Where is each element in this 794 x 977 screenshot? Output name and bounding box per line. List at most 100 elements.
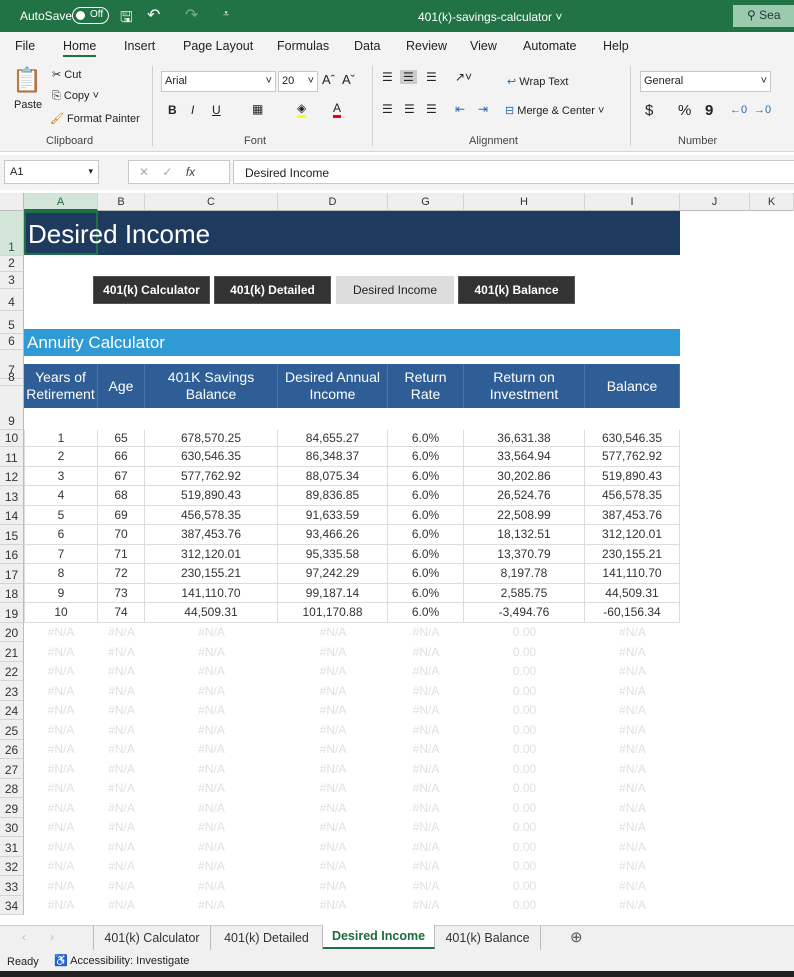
- na-cell[interactable]: #N/A: [24, 740, 98, 760]
- na-cell[interactable]: #N/A: [145, 798, 278, 818]
- table-cell[interactable]: 230,155.21: [585, 544, 680, 564]
- cancel-icon[interactable]: ✕: [139, 165, 149, 179]
- column-header-h[interactable]: H: [464, 193, 585, 211]
- table-cell[interactable]: 30,202.86: [464, 466, 585, 486]
- na-cell[interactable]: #N/A: [145, 720, 278, 740]
- row-header-18[interactable]: 18: [0, 583, 24, 603]
- na-cell[interactable]: #N/A: [585, 642, 680, 662]
- table-cell[interactable]: 577,762.92: [145, 466, 278, 486]
- na-cell[interactable]: #N/A: [98, 896, 145, 916]
- menu-tab-automate[interactable]: Automate: [523, 39, 577, 53]
- na-cell[interactable]: #N/A: [98, 759, 145, 779]
- na-cell[interactable]: 0.00: [464, 857, 585, 877]
- row-header-4[interactable]: 4: [0, 289, 24, 311]
- row-header-11[interactable]: 11: [0, 447, 24, 467]
- row-header-1[interactable]: 1: [0, 211, 24, 256]
- sheet-tab-401k-balance[interactable]: 401(k) Balance: [435, 926, 541, 950]
- na-cell[interactable]: #N/A: [98, 623, 145, 643]
- na-cell[interactable]: #N/A: [145, 759, 278, 779]
- na-cell[interactable]: #N/A: [585, 779, 680, 799]
- row-header-14[interactable]: 14: [0, 505, 24, 525]
- enter-icon[interactable]: ✓: [162, 165, 172, 179]
- na-cell[interactable]: 0.00: [464, 623, 585, 643]
- na-cell[interactable]: #N/A: [98, 740, 145, 760]
- na-cell[interactable]: #N/A: [388, 876, 464, 896]
- na-cell[interactable]: #N/A: [24, 759, 98, 779]
- na-cell[interactable]: 0.00: [464, 896, 585, 916]
- na-cell[interactable]: #N/A: [24, 798, 98, 818]
- fill-color-icon[interactable]: ◈: [297, 101, 307, 118]
- column-header-a[interactable]: A: [24, 193, 98, 211]
- table-cell[interactable]: 13,370.79: [464, 544, 585, 564]
- table-cell[interactable]: 456,578.35: [145, 505, 278, 525]
- menu-tab-insert[interactable]: Insert: [124, 39, 155, 53]
- na-cell[interactable]: #N/A: [278, 740, 388, 760]
- orientation-icon[interactable]: ↗˅: [455, 70, 472, 84]
- column-header-d[interactable]: D: [278, 193, 388, 211]
- na-cell[interactable]: #N/A: [98, 662, 145, 682]
- na-cell[interactable]: #N/A: [24, 779, 98, 799]
- percent-button[interactable]: %: [678, 102, 691, 119]
- number-format-select[interactable]: General ˅: [640, 71, 771, 92]
- row-header-24[interactable]: 24: [0, 700, 24, 720]
- na-cell[interactable]: #N/A: [278, 759, 388, 779]
- na-cell[interactable]: #N/A: [278, 642, 388, 662]
- table-cell[interactable]: 2,585.75: [464, 583, 585, 603]
- table-cell[interactable]: 89,836.85: [278, 486, 388, 506]
- na-cell[interactable]: #N/A: [388, 623, 464, 643]
- na-cell[interactable]: #N/A: [585, 837, 680, 857]
- menu-tab-help[interactable]: Help: [603, 39, 629, 53]
- sheet-tab-401k-detailed[interactable]: 401(k) Detailed: [211, 926, 323, 950]
- align-center-icon[interactable]: ☰: [404, 102, 415, 116]
- column-header-j[interactable]: J: [680, 193, 750, 211]
- row-header-31[interactable]: 31: [0, 837, 24, 857]
- autosave-toggle[interactable]: Off: [72, 7, 109, 24]
- table-cell[interactable]: 8: [24, 564, 98, 584]
- menu-tab-file[interactable]: File: [15, 39, 35, 53]
- table-cell[interactable]: 86,348.37: [278, 447, 388, 467]
- na-cell[interactable]: #N/A: [98, 681, 145, 701]
- table-cell[interactable]: 99,187.14: [278, 583, 388, 603]
- na-cell[interactable]: #N/A: [585, 662, 680, 682]
- row-header-17[interactable]: 17: [0, 564, 24, 584]
- na-cell[interactable]: #N/A: [388, 681, 464, 701]
- table-cell[interactable]: 141,110.70: [145, 583, 278, 603]
- na-cell[interactable]: #N/A: [278, 896, 388, 916]
- table-cell[interactable]: 6.0%: [388, 544, 464, 564]
- accessibility-button[interactable]: ♿ Accessibility: Investigate: [54, 954, 189, 967]
- table-cell[interactable]: 18,132.51: [464, 525, 585, 545]
- table-cell[interactable]: 33,564.94: [464, 447, 585, 467]
- na-cell[interactable]: #N/A: [98, 720, 145, 740]
- na-cell[interactable]: #N/A: [145, 642, 278, 662]
- row-header-3[interactable]: 3: [0, 272, 24, 289]
- na-cell[interactable]: #N/A: [24, 876, 98, 896]
- na-cell[interactable]: #N/A: [585, 701, 680, 721]
- increase-font-icon[interactable]: Aˆ: [322, 72, 335, 87]
- paste-button[interactable]: Paste: [14, 99, 42, 111]
- increase-indent-icon[interactable]: ⇥: [478, 102, 488, 116]
- na-cell[interactable]: #N/A: [145, 857, 278, 877]
- paste-icon[interactable]: 📋: [12, 66, 42, 96]
- column-header-b[interactable]: B: [98, 193, 145, 211]
- table-cell[interactable]: 36,631.38: [464, 430, 585, 447]
- na-cell[interactable]: #N/A: [24, 720, 98, 740]
- table-cell[interactable]: 8,197.78: [464, 564, 585, 584]
- na-cell[interactable]: #N/A: [388, 857, 464, 877]
- menu-tab-page-layout[interactable]: Page Layout: [183, 39, 253, 53]
- na-cell[interactable]: #N/A: [24, 642, 98, 662]
- table-cell[interactable]: 95,335.58: [278, 544, 388, 564]
- na-cell[interactable]: #N/A: [388, 662, 464, 682]
- add-sheet-icon[interactable]: ⊕: [570, 928, 583, 946]
- na-cell[interactable]: #N/A: [98, 857, 145, 877]
- row-header-16[interactable]: 16: [0, 544, 24, 564]
- na-cell[interactable]: #N/A: [24, 623, 98, 643]
- table-cell[interactable]: 44,509.31: [145, 603, 278, 623]
- table-cell[interactable]: 230,155.21: [145, 564, 278, 584]
- underline-button[interactable]: U: [212, 103, 221, 117]
- table-cell[interactable]: 7: [24, 544, 98, 564]
- na-cell[interactable]: #N/A: [24, 701, 98, 721]
- table-cell[interactable]: -60,156.34: [585, 603, 680, 623]
- menu-tab-view[interactable]: View: [470, 39, 497, 53]
- table-cell[interactable]: 6.0%: [388, 430, 464, 447]
- na-cell[interactable]: #N/A: [24, 662, 98, 682]
